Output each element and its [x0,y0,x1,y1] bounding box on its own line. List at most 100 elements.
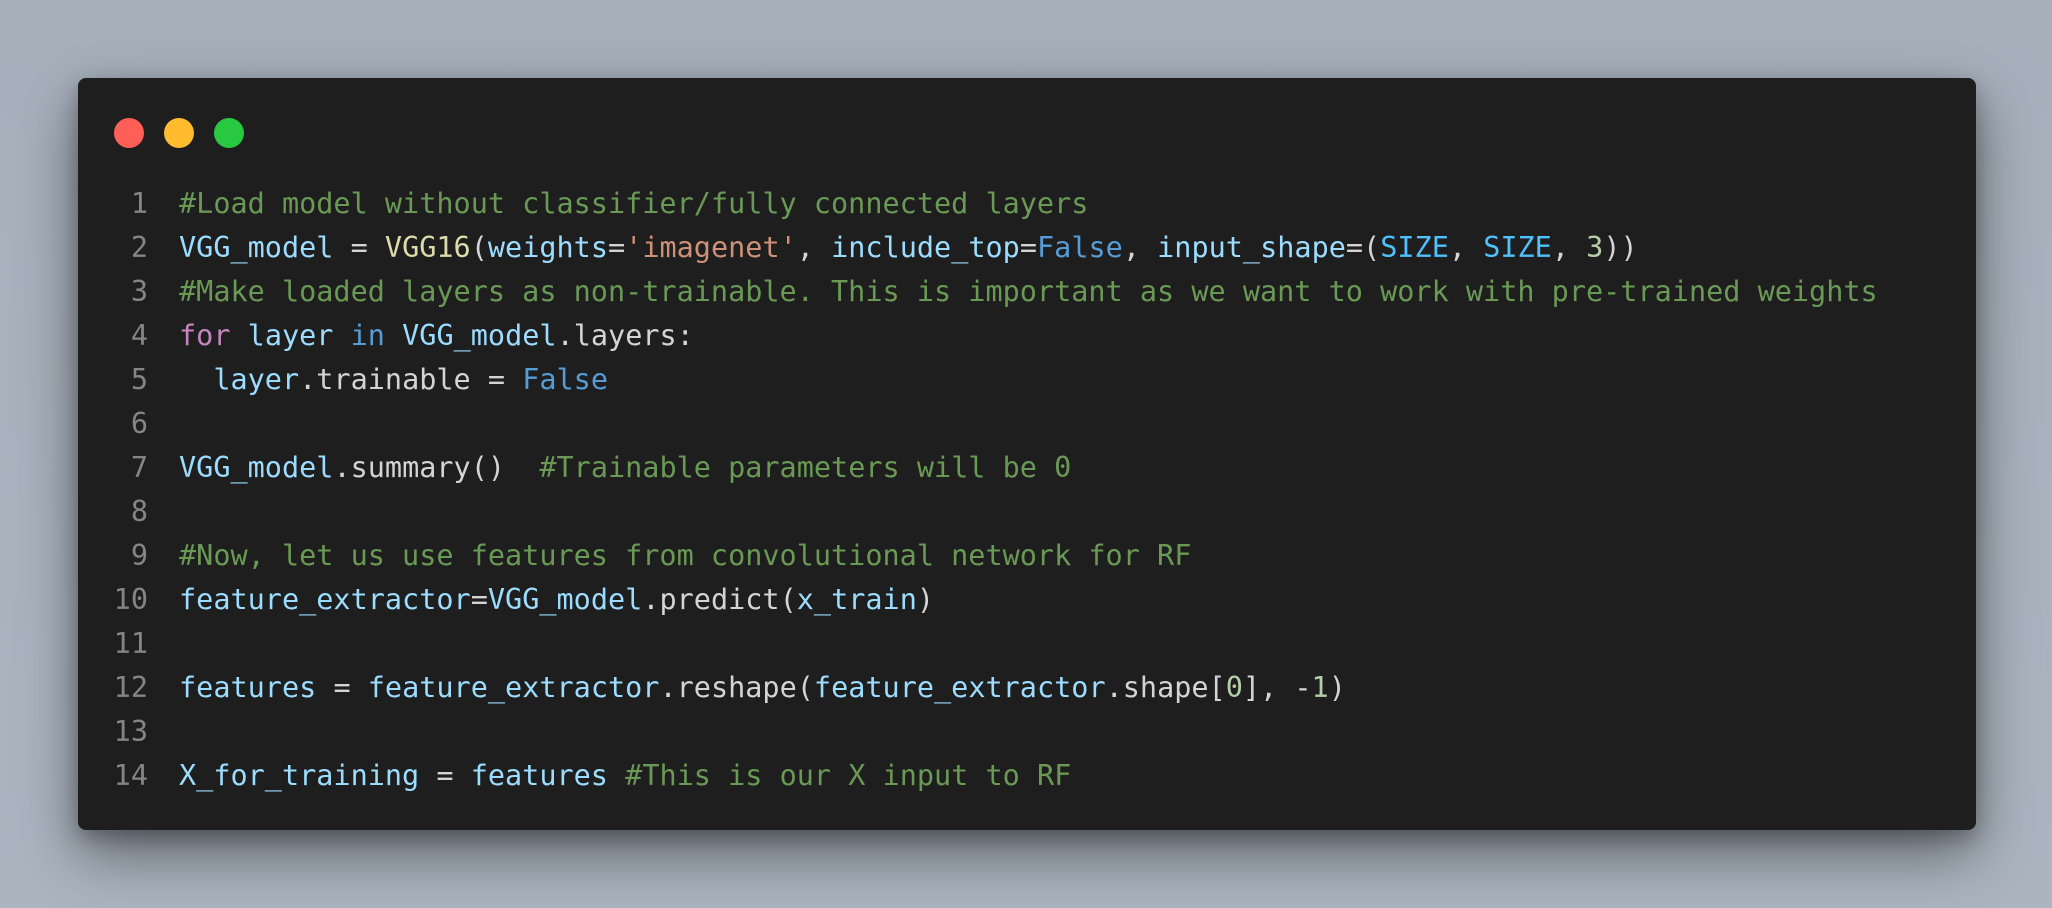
code-token: = [316,671,368,704]
code-token: feature_extractor [367,671,660,704]
code-text: for layer in VGG_model.layers: [179,314,694,358]
code-token: , [1122,231,1158,264]
line-number: 5 [130,363,148,396]
code-token: =( [1345,231,1381,264]
code-token: VGG16 [384,231,471,264]
code-line: 6 [78,402,1976,446]
code-token: weights [487,231,608,264]
line-number: 14 [113,759,148,792]
code-token: , [1551,231,1587,264]
code-line: 7 VGG_model.summary() #Trainable paramete… [78,446,1976,490]
code-token: = [470,583,488,616]
code-token: VGG_model [402,319,557,352]
code-token: SIZE [1380,231,1449,264]
code-text: VGG_model = VGG16(weights='imagenet', in… [179,226,1638,270]
line-number: 13 [113,715,148,748]
code-line: 9 #Now, let us use features from convolut… [78,534,1976,578]
code-token: feature_extractor [179,583,471,616]
code-token: , [1448,231,1484,264]
code-token: 0 [1225,671,1243,704]
code-token: SIZE [1483,231,1552,264]
code-token: = [608,231,626,264]
code-token: in [350,319,385,352]
code-text: X_for_training = features #This is our X… [179,754,1071,798]
line-number: 1 [130,187,148,220]
code-line: 10 feature_extractor=VGG_model.predict(x_… [78,578,1976,622]
code-token: x_train [796,583,917,616]
line-number: 11 [113,627,148,660]
code-token: = [1019,231,1038,264]
code-block: 1 #Load model without classifier/fully co… [78,182,1976,798]
code-token: for [179,319,231,352]
code-token: 1 [1311,671,1329,704]
code-token: X_for_training [179,759,420,792]
code-text: #Now, let us use features from convoluti… [179,534,1191,578]
code-token: )) [1603,231,1638,264]
line-number: 4 [130,319,148,352]
code-text: #Load model without classifier/fully con… [179,182,1088,226]
minimize-button[interactable] [164,118,194,148]
code-token: .shape[ [1105,671,1226,704]
line-number: 2 [130,231,148,264]
code-line: 1 #Load model without classifier/fully co… [78,182,1976,226]
maximize-button[interactable] [214,118,244,148]
code-token: #This is our X input to RF [625,759,1072,792]
code-line: 12 features = feature_extractor.reshape(f… [78,666,1976,710]
code-token: = [333,231,385,264]
line-number: 12 [113,671,148,704]
code-token: False [1037,231,1123,264]
code-token: #Trainable parameters will be 0 [539,451,1072,484]
line-number: 10 [113,583,148,616]
code-token: .summary() [333,451,540,484]
code-token: = [419,759,471,792]
code-token: ( [470,231,488,264]
code-token: VGG_model [179,231,334,264]
code-token: feature_extractor [813,671,1106,704]
code-token: ) [1328,671,1346,704]
code-token: layer [247,319,334,352]
code-window: 1 #Load model without classifier/fully co… [78,78,1976,830]
code-token: ], - [1242,671,1312,704]
code-token: layer [213,363,300,396]
code-text: VGG_model.summary() #Trainable parameter… [179,446,1071,490]
close-button[interactable] [114,118,144,148]
line-number: 3 [130,275,148,308]
line-number: 7 [130,451,148,484]
code-text: layer.trainable = False [179,358,608,402]
code-line: 5 layer.trainable = False [78,358,1976,402]
code-line: 14 X_for_training = features #This is our… [78,754,1976,798]
code-token: features [470,759,608,792]
code-line: 11 [78,622,1976,666]
code-token: VGG_model [179,451,334,484]
code-token: #Load model without classifier/fully con… [179,187,1089,220]
code-text: features = feature_extractor.reshape(fea… [179,666,1346,710]
code-line: 13 [78,710,1976,754]
code-line: 2 VGG_model = VGG16(weights='imagenet', i… [78,226,1976,270]
code-token: VGG_model [487,583,643,616]
code-token: 3 [1586,231,1604,264]
code-line: 3 #Make loaded layers as non-trainable. T… [78,270,1976,314]
code-text: feature_extractor=VGG_model.predict(x_tr… [179,578,934,622]
code-token: False [522,363,608,396]
code-token: .layers: [556,319,694,352]
code-token: #Make loaded layers as non-trainable. Th… [179,275,1878,308]
code-token: input_shape [1157,231,1346,264]
line-number: 9 [130,539,148,572]
code-text: #Make loaded layers as non-trainable. Th… [179,270,1878,314]
code-token: 'imagenet' [625,231,797,264]
line-number: 6 [130,407,148,440]
window-controls [114,118,244,148]
code-line: 4 for layer in VGG_model.layers: [78,314,1976,358]
code-token: , [796,231,832,264]
code-token: .trainable = [299,363,523,396]
code-token: ) [916,583,935,616]
code-token: #Now, let us use features from convoluti… [179,539,1192,572]
code-token: .predict( [642,583,797,616]
line-number: 8 [130,495,148,528]
code-token: features [179,671,317,704]
code-token: .reshape( [659,671,814,704]
